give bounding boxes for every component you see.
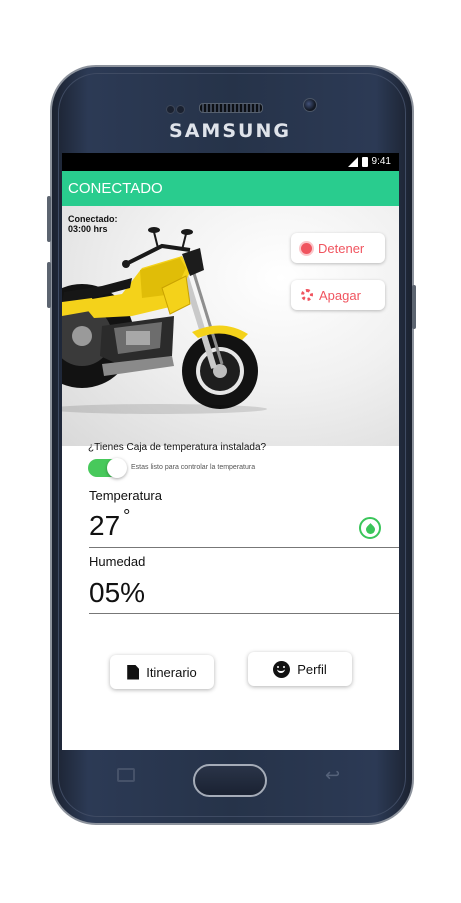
status-bar: 9:41 — [62, 153, 399, 171]
smiley-icon — [273, 660, 291, 678]
itinerary-button[interactable]: Itinerario — [110, 655, 214, 689]
light-sensor — [176, 105, 185, 114]
earpiece-speaker — [199, 103, 263, 113]
toggle-knob — [107, 458, 127, 478]
proximity-sensor — [166, 105, 175, 114]
water-drop-icon — [363, 523, 377, 536]
battery-icon — [361, 156, 368, 167]
power-off-button[interactable]: Apagar — [291, 280, 385, 310]
stop-button[interactable]: Detener — [291, 233, 385, 263]
itinerary-button-label: Itinerario — [146, 664, 197, 680]
motorcycle-hero: Conectado: 03:00 hrs Detener Apagar — [62, 206, 399, 446]
toggle-description: Estas listo para controlar la temperatur… — [131, 464, 256, 471]
document-icon — [127, 664, 140, 680]
status-icons: 9:41 — [347, 156, 391, 167]
volume-up-button — [47, 196, 51, 242]
device-brand: SAMSUNG — [169, 120, 291, 142]
app-screen: 9:41 CONECTADO Conectado: 03:00 hrs Dete… — [62, 153, 399, 750]
status-time: 9:41 — [371, 156, 391, 167]
signal-icon — [347, 156, 358, 167]
humidity-drop-button[interactable] — [359, 517, 381, 539]
temperature-box-question: ¿Tienes Caja de temperatura instalada? — [88, 442, 267, 453]
recent-apps-icon[interactable] — [117, 768, 135, 782]
front-camera — [303, 98, 317, 112]
temperature-reading: 27 ° — [89, 506, 130, 542]
temperature-value: 27 — [89, 510, 121, 541]
temperature-divider — [89, 547, 399, 548]
power-button — [412, 285, 416, 329]
stop-button-label: Detener — [318, 240, 365, 256]
humidity-label: Humedad — [89, 554, 146, 569]
temperature-unit: ° — [123, 506, 131, 526]
app-bar-title: CONECTADO — [68, 180, 163, 197]
temperature-box-toggle[interactable] — [88, 458, 127, 478]
app-bar: CONECTADO — [62, 171, 399, 206]
volume-down-button — [47, 262, 51, 308]
profile-button[interactable]: Perfil — [248, 652, 352, 686]
power-off-button-label: Apagar — [319, 287, 361, 303]
power-icon — [301, 289, 313, 301]
record-icon — [301, 242, 312, 254]
humidity-divider — [89, 613, 399, 614]
profile-button-label: Perfil — [297, 661, 327, 677]
back-icon[interactable]: ↩ — [325, 765, 340, 786]
home-button[interactable] — [193, 764, 267, 797]
temperature-label: Temperatura — [89, 488, 162, 503]
humidity-value: 05% — [89, 577, 146, 608]
